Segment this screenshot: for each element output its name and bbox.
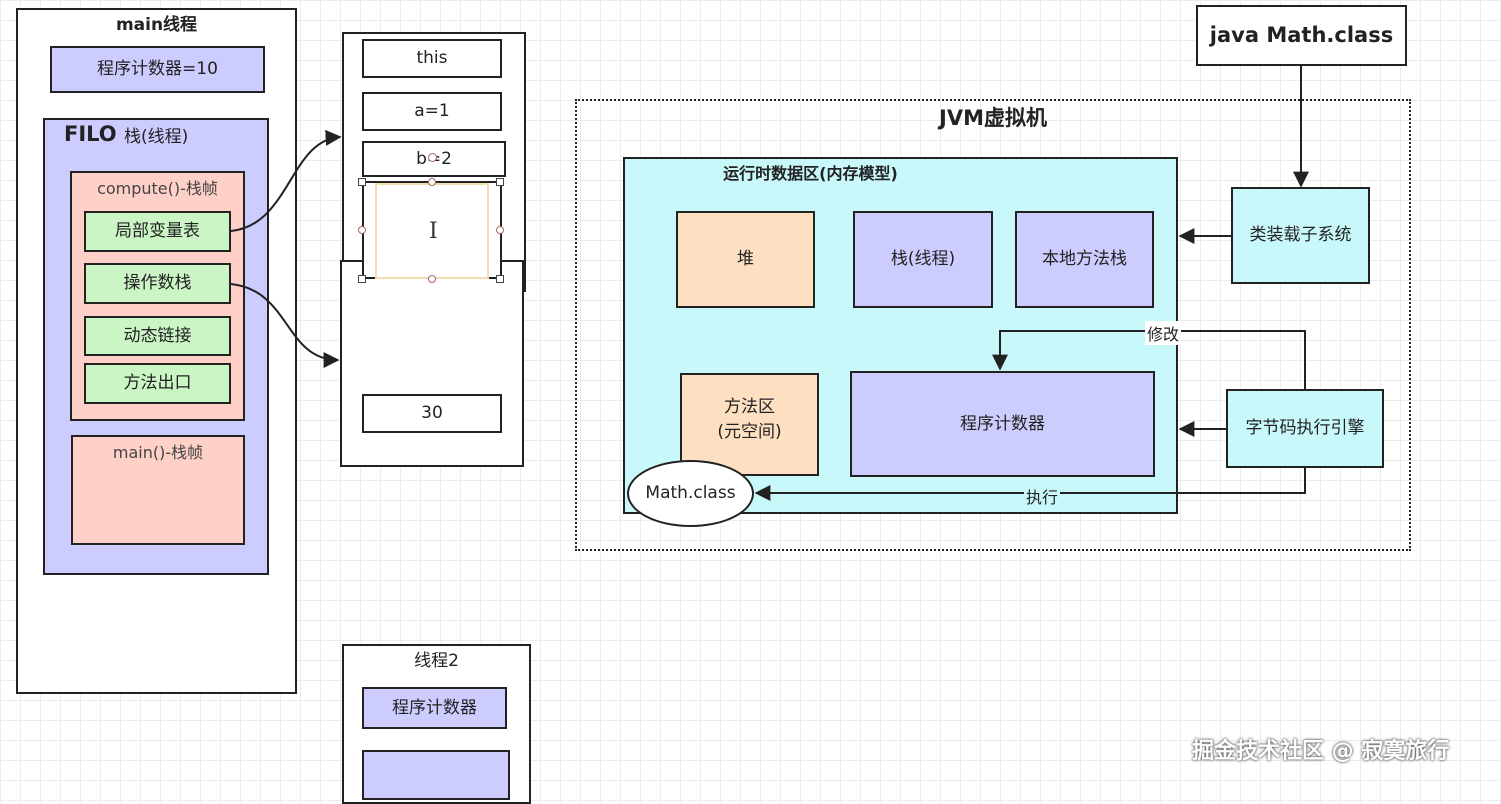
locals-link-arrow: [230, 129, 342, 232]
connectors: [230, 66, 1309, 501]
watermark: 掘金技术社区 @ 寂寞旅行: [1192, 739, 1450, 764]
operand-link-arrow: [230, 283, 340, 368]
modify-label: 修改: [1145, 321, 1182, 345]
execute-label: 执行: [1024, 484, 1061, 508]
